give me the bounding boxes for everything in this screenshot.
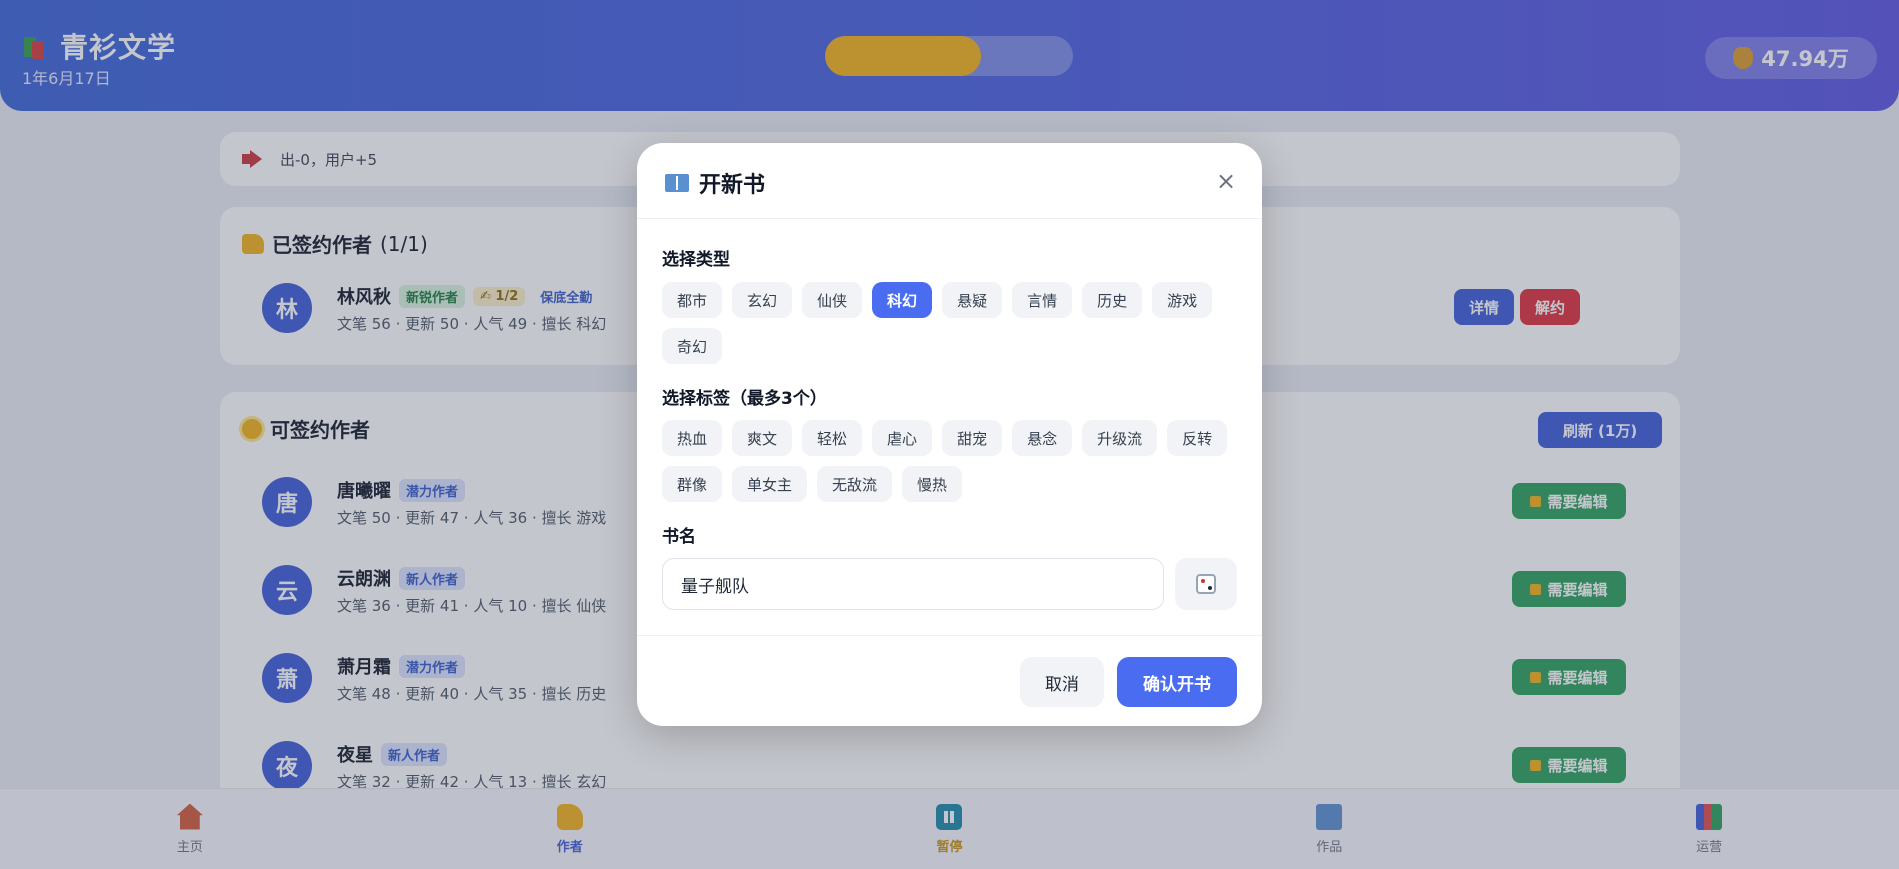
- tag-chip[interactable]: 热血: [662, 420, 723, 456]
- dialog-title-text: 开新书: [699, 173, 766, 198]
- tag-chip[interactable]: 慢热: [902, 466, 963, 502]
- random-name-button[interactable]: [1175, 558, 1237, 610]
- book-name-label: 书名: [662, 527, 696, 547]
- genre-chip[interactable]: 游戏: [1152, 282, 1213, 318]
- close-icon[interactable]: ×: [1214, 169, 1238, 193]
- genre-chip[interactable]: 玄幻: [732, 282, 793, 318]
- cancel-button[interactable]: 取消: [1020, 657, 1104, 707]
- genre-chip[interactable]: 都市: [662, 282, 723, 318]
- tag-chip[interactable]: 群像: [662, 466, 723, 502]
- genre-chip[interactable]: 奇幻: [662, 328, 723, 364]
- genre-chip[interactable]: 科幻: [872, 282, 933, 318]
- genre-chip[interactable]: 历史: [1082, 282, 1143, 318]
- genre-chip[interactable]: 仙侠: [802, 282, 863, 318]
- genre-chip[interactable]: 言情: [1012, 282, 1073, 318]
- genre-chip-group: 都市 玄幻 仙侠 科幻 悬疑 言情 历史 游戏奇幻: [662, 282, 1242, 364]
- tag-chip[interactable]: 悬念: [1012, 420, 1073, 456]
- tag-chip[interactable]: 单女主: [732, 466, 808, 502]
- genre-label: 选择类型: [662, 250, 730, 270]
- tags-label: 选择标签（最多3个）: [662, 389, 827, 409]
- tag-chip[interactable]: 轻松: [802, 420, 863, 456]
- genre-chip[interactable]: 悬疑: [942, 282, 1003, 318]
- tag-chip[interactable]: 反转: [1167, 420, 1228, 456]
- new-book-dialog: 开新书 × 选择类型 都市 玄幻 仙侠 科幻 悬疑 言情 历史 游戏奇幻 选择标签（最多3个）…: [637, 143, 1262, 726]
- tag-chip[interactable]: 爽文: [732, 420, 793, 456]
- dialog-title: 开新书: [665, 167, 765, 199]
- dialog-header: 开新书 ×: [637, 143, 1262, 219]
- tag-chip[interactable]: 升级流: [1082, 420, 1158, 456]
- tag-chip[interactable]: 无敌流: [817, 466, 893, 502]
- tag-chip[interactable]: 虐心: [872, 420, 933, 456]
- open-book-icon: [665, 174, 689, 192]
- tag-chip[interactable]: 甜宠: [942, 420, 1003, 456]
- book-name-input[interactable]: [662, 558, 1164, 610]
- confirm-new-book-button[interactable]: 确认开书: [1117, 657, 1237, 707]
- dice-icon: [1196, 574, 1216, 594]
- tag-chip-group: 热血 爽文 轻松 虐心 甜宠 悬念 升级流 反转群像 单女主 无敌流 慢热: [662, 420, 1242, 502]
